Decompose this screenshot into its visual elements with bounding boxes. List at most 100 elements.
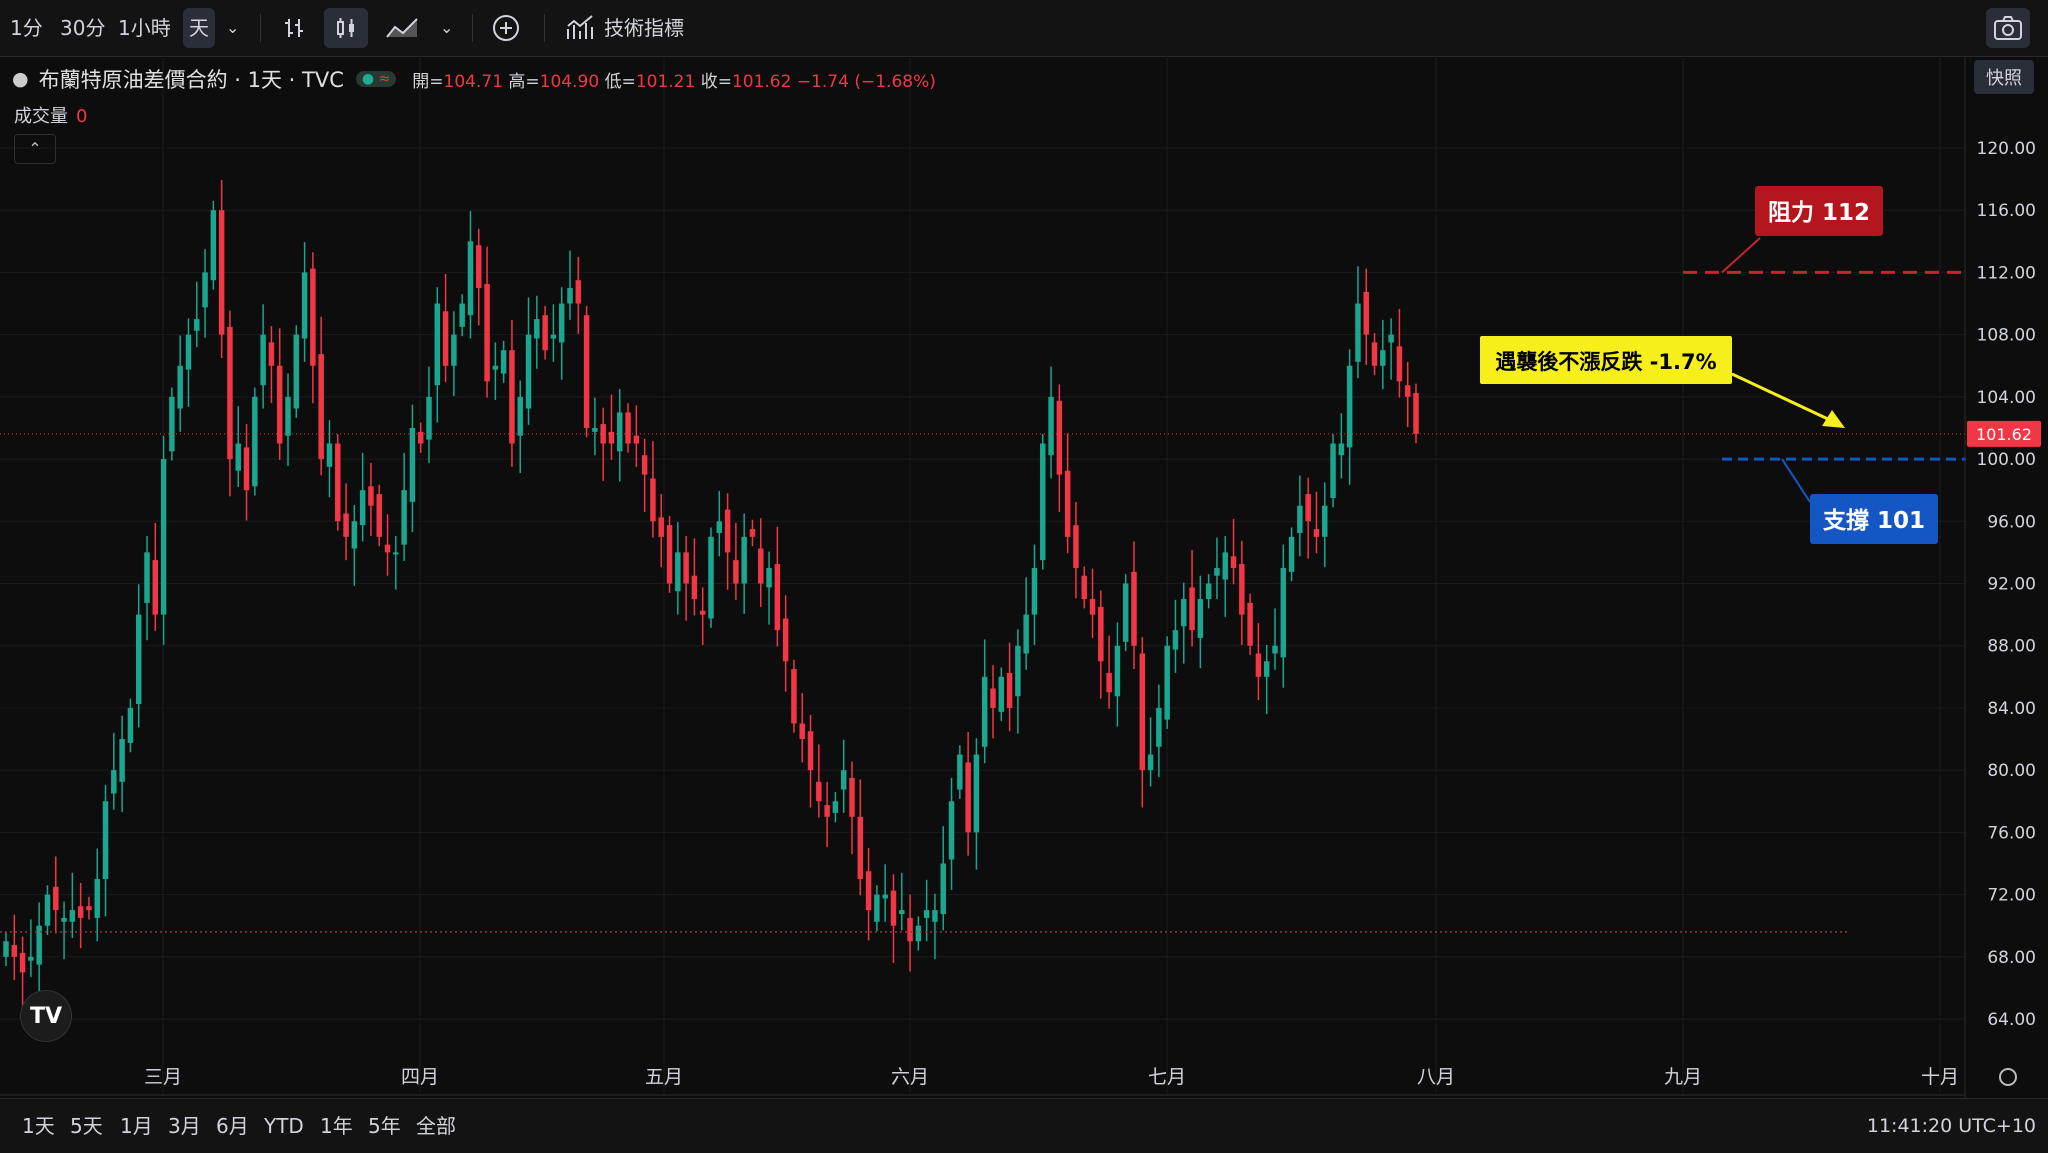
candle-body	[550, 334, 557, 339]
candle-body	[600, 424, 606, 444]
candle-body	[791, 669, 797, 724]
volume-legend: 成交量 0	[14, 102, 87, 128]
range-1d[interactable]: 1天	[22, 1099, 55, 1153]
candle	[1371, 333, 1378, 376]
candle	[1404, 361, 1411, 428]
price-tick-label: 96.00	[1987, 512, 2036, 532]
candle-body	[907, 917, 913, 942]
candle-body	[368, 486, 374, 506]
candle-body	[351, 521, 358, 549]
candle	[393, 536, 399, 590]
candle-body	[932, 910, 938, 922]
candle-body	[1156, 707, 1162, 747]
candle-body	[608, 431, 615, 444]
collapse-legend-button[interactable]: ⌃	[14, 134, 56, 164]
candle-body	[393, 552, 399, 555]
candle	[849, 761, 855, 855]
range-1y[interactable]: 1年	[320, 1099, 353, 1153]
price-chart[interactable]: 101.62 阻力 112 支撐 101 遇襲後不漲反跌 -1.7% 120.00 11…	[0, 0, 2048, 1098]
candle	[1122, 574, 1129, 652]
candle	[617, 389, 623, 482]
candle-body	[758, 548, 764, 584]
price-tick-label: 88.00	[1987, 637, 2036, 657]
candle-body	[899, 910, 905, 915]
candle	[832, 791, 839, 823]
candle	[1089, 568, 1096, 638]
tradingview-logo[interactable]: TV	[20, 990, 72, 1042]
candle	[550, 304, 557, 362]
candle-body	[1031, 567, 1038, 615]
candle-body	[1322, 505, 1328, 537]
candle-body	[1040, 443, 1046, 561]
candle	[824, 781, 830, 848]
candle-body	[691, 575, 698, 600]
candle	[1313, 491, 1320, 554]
candle-body	[301, 272, 308, 339]
candle-body	[1396, 346, 1403, 382]
candle	[782, 595, 789, 692]
candle-body	[708, 536, 714, 619]
range-1m[interactable]: 1月	[120, 1099, 153, 1153]
candle	[276, 328, 283, 460]
candle	[1064, 433, 1071, 554]
candle-body	[310, 268, 316, 366]
candle-body	[1280, 567, 1287, 658]
range-5d[interactable]: 5天	[70, 1099, 103, 1153]
candle	[1156, 684, 1162, 778]
range-3m[interactable]: 3月	[168, 1099, 201, 1153]
candle-body	[1355, 303, 1361, 362]
candles	[3, 179, 1419, 1010]
time-tick-label: 八月	[1417, 1066, 1455, 1088]
candle-body	[575, 280, 582, 304]
candle	[102, 784, 109, 917]
range-6m[interactable]: 6月	[216, 1099, 249, 1153]
candle	[53, 856, 59, 934]
drop-icon: ●	[12, 68, 29, 90]
candle	[716, 490, 723, 557]
candle-body	[1139, 653, 1146, 771]
candle-body	[1371, 342, 1378, 366]
candle-body	[1106, 672, 1112, 693]
candle	[592, 397, 598, 456]
candle-body	[1222, 552, 1228, 580]
candle	[534, 295, 540, 369]
candle	[807, 714, 814, 808]
candle	[194, 281, 200, 348]
candle-body	[675, 552, 681, 592]
candle	[459, 294, 465, 337]
candle-body	[218, 210, 225, 335]
candle	[1363, 268, 1369, 365]
symbol-title[interactable]: 布蘭特原油差價合約 · 1天 · TVC	[39, 64, 344, 94]
candle	[857, 779, 864, 896]
candle	[177, 335, 183, 432]
candle-body	[534, 319, 540, 339]
time-tick-label: 七月	[1148, 1066, 1186, 1088]
candle-body	[185, 334, 192, 370]
candle	[658, 494, 664, 568]
low-value: 101.21	[635, 71, 696, 92]
clock-timezone[interactable]: 11:41:20 UTC+10	[1867, 1099, 2036, 1153]
support-pointer	[1781, 458, 1811, 503]
range-all[interactable]: 全部	[416, 1099, 456, 1153]
range-ytd[interactable]: YTD	[264, 1099, 304, 1153]
candle	[948, 777, 955, 890]
candle-body	[1346, 365, 1353, 448]
price-tick-label: 104.00	[1977, 388, 2036, 408]
range-5y[interactable]: 5年	[368, 1099, 401, 1153]
market-status-icon: ● ≈	[355, 71, 397, 87]
candle-body	[1363, 291, 1369, 335]
candle-body	[500, 350, 507, 374]
candle-body	[1247, 602, 1253, 646]
candle	[268, 326, 275, 404]
candle	[1139, 637, 1146, 808]
candle-body	[94, 879, 100, 918]
candle-body	[832, 801, 839, 813]
candle-body	[1181, 599, 1187, 627]
candle	[69, 872, 76, 939]
time-axis: 三月 四月 五月 六月 七月 八月 九月 十月	[0, 1066, 2017, 1096]
candle	[135, 584, 142, 728]
candle	[492, 342, 499, 400]
candle-body	[119, 739, 125, 782]
candle	[899, 872, 905, 931]
candle-body	[77, 906, 84, 918]
